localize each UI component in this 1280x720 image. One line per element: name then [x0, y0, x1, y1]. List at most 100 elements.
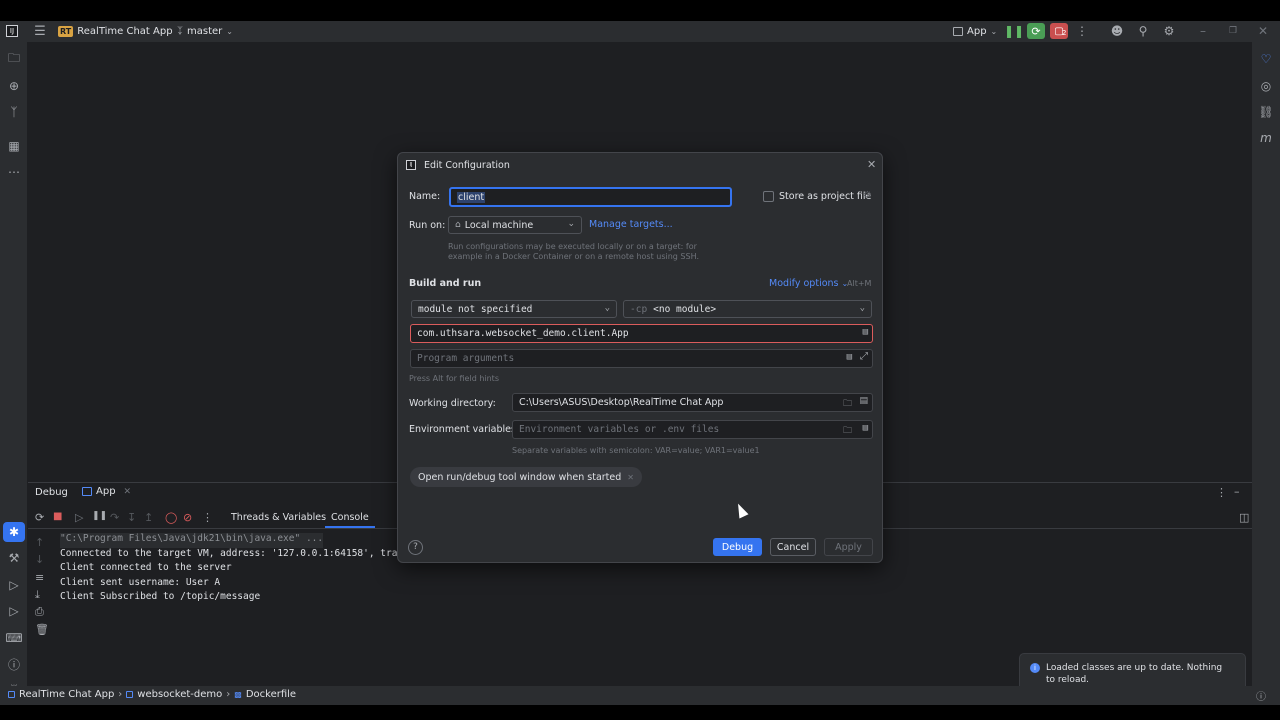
print-icon[interactable]: ⎙	[35, 605, 44, 619]
apply-button[interactable]: Apply	[824, 538, 873, 556]
branch-selector[interactable]: ᛉ master ⌄	[177, 23, 233, 39]
hide-panel-icon[interactable]: –	[1234, 485, 1240, 498]
working-directory-label: Working directory:	[409, 398, 496, 409]
stop-icon[interactable]: ■	[53, 511, 62, 522]
notifications-bell-icon[interactable]: ♡	[1258, 51, 1274, 67]
rerun-icon[interactable]: ⟳	[35, 511, 44, 524]
pull-requests-icon[interactable]: ᛉ	[6, 104, 22, 120]
search-icon[interactable]: ⚲	[1135, 23, 1151, 39]
status-info-icon[interactable]: ⓘ	[1256, 688, 1266, 703]
app-logo-icon[interactable]: IJ	[6, 23, 18, 39]
console-line: Client connected to the server	[60, 562, 232, 574]
name-field[interactable]: client	[449, 187, 732, 207]
remove-chip-icon[interactable]: ✕	[627, 473, 634, 482]
folder-icon[interactable]: 🗀	[843, 423, 852, 439]
step-over-icon[interactable]: ↷	[110, 511, 119, 524]
view-breakpoints-icon[interactable]: ◯	[165, 511, 177, 524]
resume-program-icon[interactable]: ▷	[75, 511, 83, 524]
stop-count: 2	[1062, 29, 1067, 37]
breadcrumb-item[interactable]: Dockerfile	[246, 689, 296, 700]
mute-breakpoints-icon[interactable]: ⊘	[183, 511, 192, 524]
chip-label: Open run/debug tool window when started	[418, 471, 622, 483]
close-icon[interactable]: ✕	[867, 158, 876, 171]
soft-wrap-icon[interactable]: ≡	[35, 571, 44, 584]
run-icon[interactable]: ▷	[6, 603, 22, 619]
add-user-icon[interactable]: ☻	[1109, 23, 1125, 39]
run-on-value: Local machine	[464, 219, 534, 231]
left-tool-strip: 🗀 ⊕ ᛉ ▦ ⋯ ✱ ⚒ ▷ ▷ ⌨ ⓘ ᛉ	[0, 42, 28, 697]
env-hint: Separate variables with semicolon: VAR=v…	[512, 446, 760, 455]
cp-prefix: -cp	[630, 303, 648, 315]
database-icon[interactable]: ⛓	[1258, 104, 1274, 120]
settings-gear-icon[interactable]: ⚙	[1161, 23, 1177, 39]
structure-icon[interactable]: ▦	[6, 138, 22, 154]
services-icon[interactable]: ▷	[6, 577, 22, 593]
project-selector[interactable]: RT RealTime Chat App ⌄	[58, 23, 183, 39]
more-tools-icon[interactable]: ⋯	[6, 164, 22, 180]
main-class-field[interactable]: com.uthsara.websocket_demo.client.App ▤	[410, 324, 873, 343]
cancel-button[interactable]: Cancel	[770, 538, 816, 556]
pause-icon[interactable]: ❚❚	[92, 511, 107, 521]
clear-trash-icon[interactable]: 🗑	[35, 623, 49, 636]
terminal-icon[interactable]: ⌨	[5, 630, 22, 646]
rerun-button[interactable]: ⟳	[1027, 23, 1045, 39]
edit-env-icon[interactable]: ▤	[863, 423, 868, 433]
close-tab-icon[interactable]: ✕	[124, 487, 132, 497]
step-into-icon[interactable]: ↧	[127, 511, 136, 524]
manage-targets-link[interactable]: Manage targets...	[589, 219, 673, 230]
module-icon	[126, 691, 134, 698]
insert-macro-icon[interactable]: ▤	[847, 352, 852, 362]
working-directory-field[interactable]: C:\Users\ASUS\Desktop\RealTime Chat App …	[512, 393, 873, 412]
browse-file-icon[interactable]: ▤	[863, 327, 868, 337]
restore-icon[interactable]: ❐	[1225, 23, 1241, 39]
more-icon[interactable]: ⋮	[202, 511, 213, 524]
dialog-title: Edit Configuration	[424, 160, 510, 171]
info-icon: i	[1030, 663, 1040, 673]
ai-assistant-icon[interactable]: ◎	[1258, 78, 1274, 94]
module-dropdown[interactable]: module not specified ⌄	[411, 300, 617, 318]
classpath-dropdown[interactable]: -cp <no module> ⌄	[623, 300, 872, 318]
build-hammer-icon[interactable]: ⚒	[6, 550, 22, 566]
debug-bug-icon[interactable]: ✱	[3, 522, 25, 542]
program-arguments-field[interactable]: Program arguments ▤ ⤢	[410, 349, 873, 368]
environment-variables-field[interactable]: Environment variables or .env files 🗀 ▤	[512, 420, 873, 439]
layout-icon[interactable]: ◫	[1239, 511, 1249, 524]
stop-button[interactable]: ▢ 2	[1050, 23, 1068, 39]
main-menu-icon[interactable]: ☰	[32, 23, 48, 39]
commit-icon[interactable]: ⊕	[6, 78, 22, 94]
run-config-selector[interactable]: App ⌄	[953, 23, 997, 39]
insert-macro-icon[interactable]: ▤	[859, 396, 868, 406]
breadcrumb-item[interactable]: RealTime Chat App	[19, 689, 114, 700]
breadcrumb-item[interactable]: websocket-demo	[137, 689, 222, 700]
build-and-run-header: Build and run	[409, 278, 482, 289]
name-value: client	[457, 191, 486, 203]
down-arrow-icon[interactable]: ↓	[35, 553, 44, 566]
problems-icon[interactable]: ⓘ	[6, 656, 22, 672]
step-out-icon[interactable]: ↥	[144, 511, 153, 524]
gear-icon[interactable]: ⚙	[863, 190, 872, 201]
options-icon[interactable]: ⋮	[1216, 486, 1227, 499]
up-arrow-icon[interactable]: ↑	[35, 536, 44, 549]
mouse-cursor	[733, 501, 749, 519]
project-folder-icon[interactable]: 🗀	[6, 51, 22, 67]
scroll-to-end-icon[interactable]: ⤓	[35, 588, 40, 602]
docker-icon: ▩	[234, 690, 242, 699]
tab-threads-variables[interactable]: Threads & Variables	[231, 512, 326, 523]
expand-icon[interactable]: ⤢	[860, 351, 868, 362]
store-project-file-checkbox[interactable]	[763, 191, 774, 202]
maven-icon[interactable]: m	[1258, 130, 1274, 146]
help-button[interactable]: ?	[408, 540, 423, 555]
chevron-down-icon: ⌄	[604, 303, 610, 313]
modify-options-link[interactable]: Modify options ⌄	[769, 278, 848, 289]
tab-app[interactable]: App ✕	[82, 486, 131, 497]
minimize-icon[interactable]: –	[1195, 23, 1211, 39]
run-on-dropdown[interactable]: ⌂ Local machine ⌄	[448, 216, 582, 234]
debug-button[interactable]: Debug	[713, 538, 762, 556]
open-tool-window-chip[interactable]: Open run/debug tool window when started …	[410, 467, 642, 487]
tab-console[interactable]: Console	[331, 512, 369, 523]
close-window-icon[interactable]: ✕	[1255, 23, 1271, 39]
resume-icon[interactable]: ❚❚	[1004, 23, 1024, 39]
more-actions-icon[interactable]: ⋮	[1074, 23, 1090, 39]
folder-icon[interactable]: 🗀	[843, 396, 852, 412]
store-project-file-label[interactable]: Store as project file	[779, 191, 871, 202]
